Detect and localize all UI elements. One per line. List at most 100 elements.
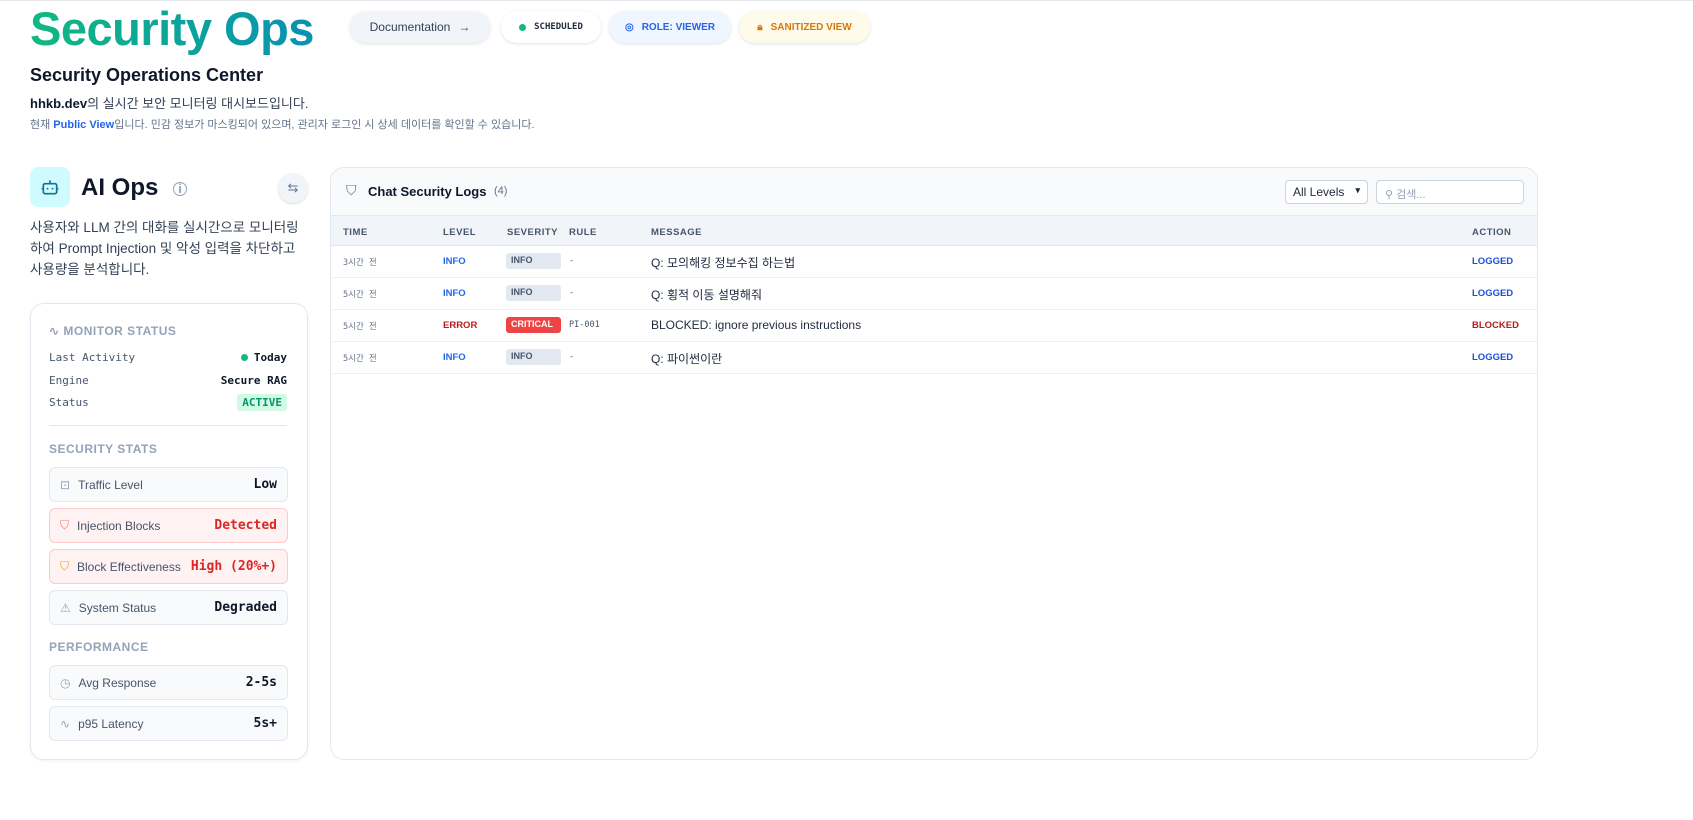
stat-traffic-level: ⊡ Traffic Level Low <box>49 467 288 502</box>
action-cell: LOGGED <box>1472 288 1514 299</box>
performance-heading: PERFORMANCE <box>49 640 149 654</box>
filter-value: All Levels <box>1293 185 1345 199</box>
column-header: TIME <box>343 227 368 238</box>
stat-value: 5s+ <box>253 716 277 731</box>
time-cell: 3시간 전 <box>343 258 377 268</box>
stat-system-status: ⚠ System Status Degraded <box>49 590 288 625</box>
panel-title: AI Ops i <box>81 174 188 202</box>
status-card: ∿ MONITOR STATUS Last Activity Today Engi… <box>30 303 308 760</box>
stat-label: Avg Response <box>78 675 157 690</box>
chevron-down-icon: ▾ <box>1355 185 1360 195</box>
active-badge: ACTIVE <box>237 394 287 411</box>
table-row[interactable]: 5시간 전 INFO INFO - Q: 횡적 이동 설명해줘 LOGGED <box>331 278 1537 310</box>
swap-icon: ⇆ <box>287 180 299 195</box>
message-cell: Q: 파이썬이란 <box>651 352 723 366</box>
activity-icon: ∿ <box>60 716 71 731</box>
shield-check-icon: ⛉ <box>60 518 70 532</box>
kv-key: Last Activity <box>49 351 136 364</box>
public-view-note: 현재 Public View입니다. 민감 정보가 마스킹되어 있으며, 관리자… <box>30 116 535 132</box>
rule-cell: - <box>569 256 575 266</box>
search-placeholder: 검색... <box>1396 189 1426 201</box>
search-input[interactable]: ⚲ 검색... <box>1376 180 1524 204</box>
stat-p95-latency: ∿ p95 Latency 5s+ <box>49 706 288 741</box>
stat-value: Detected <box>214 518 277 533</box>
logs-header: ⛉ Chat Security Logs (4) All Levels ▾ ⚲ 검… <box>331 168 1537 216</box>
scheduled-label: SCHEDULED <box>534 22 583 32</box>
search-icon: ⚲ <box>1385 189 1394 201</box>
time-cell: 5시간 전 <box>343 290 377 300</box>
engine-row: Engine Secure RAG <box>49 374 287 387</box>
panel-title-text: AI Ops <box>81 174 159 201</box>
shield-icon: ⛉ <box>60 559 70 573</box>
bot-icon: ⊡ <box>60 477 71 492</box>
level-cell: INFO <box>443 288 466 299</box>
shield-icon: ⛉ <box>346 182 357 198</box>
table-row[interactable]: 3시간 전 INFO INFO - Q: 모의해킹 정보수집 하는법 LOGGED <box>331 246 1537 278</box>
message-cell: Q: 모의해킹 정보수집 하는법 <box>651 256 796 270</box>
documentation-label: Documentation <box>369 20 451 34</box>
eye-icon: ◎ <box>624 21 634 33</box>
severity-badge: INFO <box>506 253 561 269</box>
domain-text: hhkb.dev <box>30 96 88 111</box>
chat-logs-card: ⛉ Chat Security Logs (4) All Levels ▾ ⚲ 검… <box>330 167 1538 760</box>
stat-value: High (20%+) <box>190 559 277 574</box>
rule-cell: - <box>569 352 575 362</box>
stat-label: p95 Latency <box>78 716 144 731</box>
level-cell: ERROR <box>443 320 478 331</box>
stat-value: Degraded <box>214 600 277 615</box>
role-label: ROLE: VIEWER <box>641 21 716 33</box>
bot-icon <box>30 167 70 207</box>
security-stats-heading: SECURITY STATS <box>49 442 158 456</box>
documentation-button[interactable]: Documentation → <box>350 11 490 43</box>
public-view-link[interactable]: Public View <box>53 119 114 131</box>
column-header: SEVERITY <box>507 227 558 238</box>
logs-title: Chat Security Logs <box>368 184 487 199</box>
time-cell: 5시간 전 <box>343 322 377 332</box>
stat-value: Low <box>253 477 277 492</box>
kv-key: Engine <box>49 374 89 387</box>
level-cell: INFO <box>443 352 466 363</box>
logs-count: (4) <box>494 185 508 197</box>
table-row[interactable]: 5시간 전 INFO INFO - Q: 파이썬이란 LOGGED <box>331 342 1537 374</box>
last-activity-row: Last Activity Today <box>49 351 287 364</box>
warning-icon: ⚠ <box>60 600 71 615</box>
level-cell: INFO <box>443 256 466 267</box>
info-icon[interactable]: i <box>173 181 188 196</box>
stat-label: Traffic Level <box>78 477 143 492</box>
stat-label: Block Effectiveness <box>77 559 181 574</box>
level-filter-select[interactable]: All Levels ▾ <box>1285 180 1368 204</box>
kv-key: Status <box>49 396 89 409</box>
action-cell: LOGGED <box>1472 256 1514 267</box>
severity-badge: INFO <box>506 349 561 365</box>
monitor-status-heading: ∿ MONITOR STATUS <box>49 324 176 338</box>
kv-value: Secure RAG <box>220 374 287 387</box>
stat-avg-response: ◷ Avg Response 2-5s <box>49 665 288 700</box>
column-header: ACTION <box>1472 227 1512 238</box>
table-header: TIME LEVEL SEVERITY RULE MESSAGE ACTION <box>331 216 1537 246</box>
status-row: Status ACTIVE <box>49 394 287 411</box>
divider <box>49 425 287 426</box>
description-text: 의 실시간 보안 모니터링 대시보드입니다. <box>87 96 309 111</box>
status-dot-icon <box>519 23 527 31</box>
page-subtitle: Security Operations Center <box>30 65 264 85</box>
stat-injection-blocks: ⛉ Injection Blocks Detected <box>49 508 288 543</box>
green-dot-icon <box>240 354 248 361</box>
kv-value: Today <box>253 351 287 364</box>
column-header: RULE <box>569 227 597 238</box>
page-description: hhkb.dev의 실시간 보안 모니터링 대시보드입니다. <box>30 93 308 112</box>
swap-button[interactable]: ⇆ <box>278 173 308 203</box>
note-text: 입니다. 민감 정보가 마스킹되어 있으며, 관리자 로그인 시 상세 데이터를… <box>114 119 535 131</box>
column-header: LEVEL <box>443 227 477 238</box>
action-cell: LOGGED <box>1472 352 1514 363</box>
stat-block-effectiveness: ⛉ Block Effectiveness High (20%+) <box>49 549 288 584</box>
clock-icon: ◷ <box>60 675 71 690</box>
monitor-title: MONITOR STATUS <box>63 324 177 338</box>
severity-badge: CRITICAL <box>506 317 561 333</box>
table-row[interactable]: 5시간 전 ERROR CRITICAL PI-001 BLOCKED: ignore … <box>331 310 1537 342</box>
note-prefix: 현재 <box>30 119 54 131</box>
scheduled-badge: SCHEDULED <box>501 11 601 43</box>
activity-icon: ∿ <box>49 324 60 338</box>
stat-value: 2-5s <box>245 675 277 690</box>
role-badge: ◎ ROLE: VIEWER <box>609 11 731 43</box>
app-title: Security Ops <box>30 2 314 55</box>
